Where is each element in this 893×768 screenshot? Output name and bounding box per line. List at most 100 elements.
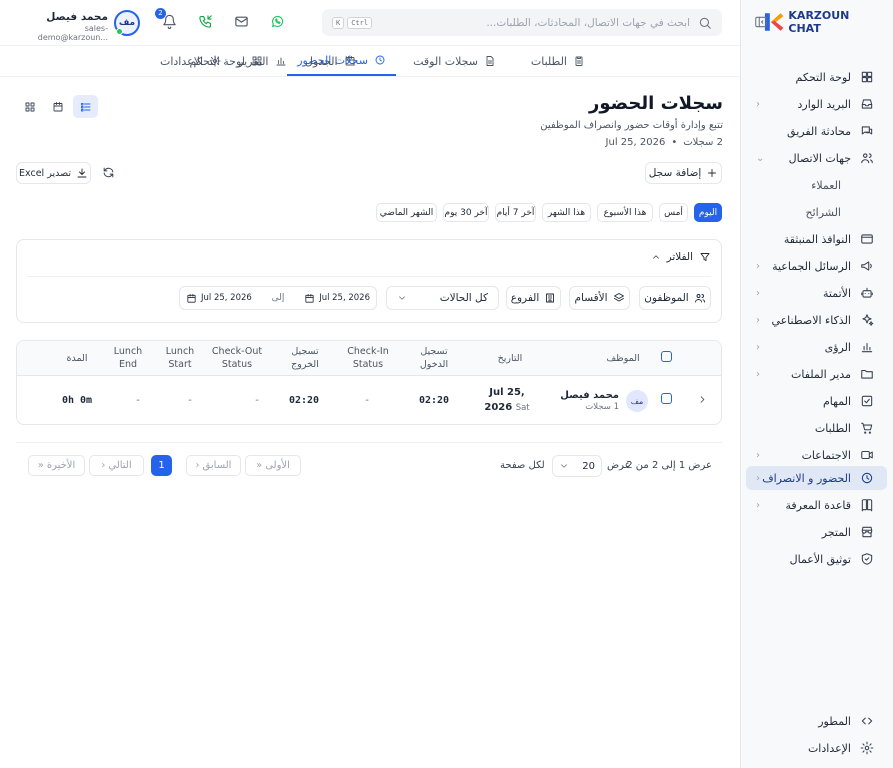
sidebar-item-attendance[interactable]: الحضور و الانصراف ‹ (746, 466, 887, 490)
download-icon (76, 167, 88, 179)
sidebar-item-label: الإعدادات (807, 741, 851, 755)
global-search[interactable]: ابحث في جهات الاتصال، المحادثات، الطلبات… (322, 9, 722, 36)
header-date[interactable]: التاريخ (485, 352, 535, 365)
sidebar-item-popups[interactable]: النوافذ المنبثقة (746, 227, 887, 251)
sidebar-item-orders[interactable]: الطلبات (746, 416, 887, 440)
last-page-button[interactable]: » الأخيرة (28, 455, 85, 476)
user-avatar[interactable]: مف (114, 10, 140, 36)
sidebar-item-automation[interactable]: الأتمتة ‹ (746, 281, 887, 305)
date-to-input[interactable]: Jul 25, 2026 (319, 293, 370, 303)
sidebar-item-label: الرؤى (824, 340, 851, 354)
brand-logo[interactable]: KARZOUN CHAT (763, 9, 883, 35)
whatsapp-icon[interactable] (270, 14, 285, 29)
sidebar-item-ai[interactable]: الذكاء الاصطناعي ‹ (746, 308, 887, 332)
sparkles-icon (859, 313, 875, 327)
building-icon (544, 292, 556, 304)
table-row[interactable]: مف محمد فيصل 1 سجلات Jul 25, 2026 Sat 02… (17, 376, 721, 424)
status-select[interactable]: كل الحالات (386, 286, 499, 310)
quick-filter-this-month[interactable]: هذا الشهر (542, 203, 591, 222)
tab-time-logs[interactable]: سجلات الوقت (413, 46, 496, 76)
quick-filter-last-7-days[interactable]: آخر 7 أيام (495, 203, 536, 222)
departments-filter[interactable]: الأقسام (569, 286, 630, 310)
sidebar-item-label: جهات الاتصال (788, 151, 851, 165)
header-checkin[interactable]: تسجيل الدخول (413, 345, 455, 371)
sidebar-item-customers[interactable]: العملاء (746, 173, 887, 197)
chevron-down-icon (559, 461, 569, 471)
header-duration[interactable]: المدة (62, 352, 92, 365)
header-checkout[interactable]: تسجيل الخروج (285, 345, 325, 371)
add-record-button[interactable]: إضافة سجل (645, 162, 722, 184)
records-count: 2 سجلات (683, 137, 723, 148)
chevron-left-icon: ‹ (756, 341, 760, 353)
refresh-icon[interactable] (102, 166, 115, 179)
quick-filter-last-30-days[interactable]: آخر 30 يوم (443, 203, 489, 222)
sidebar-item-business-verification[interactable]: توثيق الأعمال (746, 547, 887, 571)
header-lunch-start[interactable]: Lunch Start (162, 345, 198, 371)
sidebar-item-inbox[interactable]: البريد الوارد ‹ (746, 92, 887, 116)
header-employee[interactable]: الموظف (596, 352, 650, 365)
quick-filter-this-week[interactable]: هذا الأسبوع (597, 203, 653, 222)
sidebar-item-knowledge-base[interactable]: قاعدة المعرفة ‹ (746, 493, 887, 517)
quick-filter-yesterday[interactable]: أمس (659, 203, 688, 222)
tab-schedule-real[interactable]: الجدول (305, 46, 356, 76)
view-list-button[interactable] (73, 95, 98, 118)
header-checkin-status[interactable]: Check-In Status (344, 345, 392, 371)
row-checkbox[interactable] (661, 393, 672, 404)
row-checkout-status: - (255, 395, 259, 406)
mail-icon[interactable] (234, 14, 249, 29)
sidebar-item-file-manager[interactable]: مدير الملفات ‹ (746, 362, 887, 386)
page-title: سجلات الحضور (589, 93, 723, 114)
tab-report[interactable]: التقرير (238, 46, 287, 76)
sidebar-item-segments[interactable]: الشرائح (746, 200, 887, 224)
sidebar-item-team-chat[interactable]: محادثة الفريق (746, 119, 887, 143)
chat-icon (859, 124, 875, 138)
sidebar-item-store[interactable]: المتجر (746, 520, 887, 544)
first-page-button[interactable]: الأولى « (245, 455, 301, 476)
calendar-icon (344, 55, 356, 67)
popup-icon (859, 232, 875, 246)
row-checkin-status: - (365, 395, 369, 406)
calendar-icon (186, 293, 197, 304)
sidebar-item-label: البريد الوارد (797, 97, 852, 111)
filters-header[interactable]: الفلاتر (651, 251, 711, 263)
sidebar-item-label: الذكاء الاصطناعي (771, 313, 851, 327)
tab-settings[interactable]: الإعدادات (160, 46, 221, 76)
attendance-table: الموظف التاريخ تسجيل الدخول Check-In Sta… (16, 340, 722, 425)
view-grid-button[interactable] (17, 95, 42, 118)
header-checkout-status[interactable]: Check-Out Status (209, 345, 265, 371)
header-lunch-end[interactable]: Lunch End (113, 345, 143, 371)
employees-filter[interactable]: الموظفون (639, 286, 711, 310)
filters-panel: الفلاتر الموظفون الأقسام الفروع كل الحال… (16, 239, 722, 323)
prev-page-button[interactable]: السابق ‹ (186, 455, 241, 476)
sidebar-item-dashboard[interactable]: لوحة التحكم (746, 65, 887, 89)
sidebar-item-developer[interactable]: المطور (746, 709, 887, 733)
date-range-picker[interactable]: Jul 25, 2026 إلى Jul 25, 2026 (179, 286, 377, 310)
search-placeholder: ابحث في جهات الاتصال، المحادثات، الطلبات… (486, 16, 690, 29)
next-page-button[interactable]: › التالي (89, 455, 144, 476)
double-chevron-icon: » (37, 460, 44, 471)
sidebar-item-settings[interactable]: الإعدادات (746, 736, 887, 760)
chevron-right-icon[interactable] (697, 394, 708, 405)
per-page-select[interactable]: 20 (552, 455, 602, 477)
quick-filter-today[interactable]: اليوم (694, 203, 722, 222)
sidebar-item-broadcasts[interactable]: الرسائل الجماعية ‹ (746, 254, 887, 278)
sidebar-toggle-icon[interactable] (754, 15, 768, 29)
date-from-input[interactable]: Jul 25, 2026 (201, 293, 252, 303)
current-page-button[interactable]: 1 (151, 455, 172, 476)
sidebar-item-meetings[interactable]: الاجتماعات ‹ (746, 443, 887, 467)
export-excel-button[interactable]: تصدير Excel (16, 162, 91, 184)
select-all-checkbox[interactable] (661, 351, 672, 362)
sidebar-item-label: النوافذ المنبثقة (783, 232, 851, 246)
quick-filter-last-month[interactable]: الشهر الماضي (376, 203, 437, 222)
sidebar-item-label: الرسائل الجماعية (772, 259, 851, 273)
book-icon (859, 498, 875, 512)
pagination-divider (16, 442, 722, 443)
sidebar-item-tasks[interactable]: المهام (746, 389, 887, 413)
view-calendar-button[interactable] (45, 95, 70, 118)
sidebar-item-insights[interactable]: الرؤى ‹ (746, 335, 887, 359)
sidebar-item-contacts[interactable]: جهات الاتصال ⌄ (746, 146, 887, 170)
row-checkout: 02:20 (288, 395, 320, 406)
branches-filter[interactable]: الفروع (506, 286, 561, 310)
tab-requests[interactable]: الطلبات (531, 46, 585, 76)
phone-incoming-icon[interactable] (198, 14, 213, 29)
